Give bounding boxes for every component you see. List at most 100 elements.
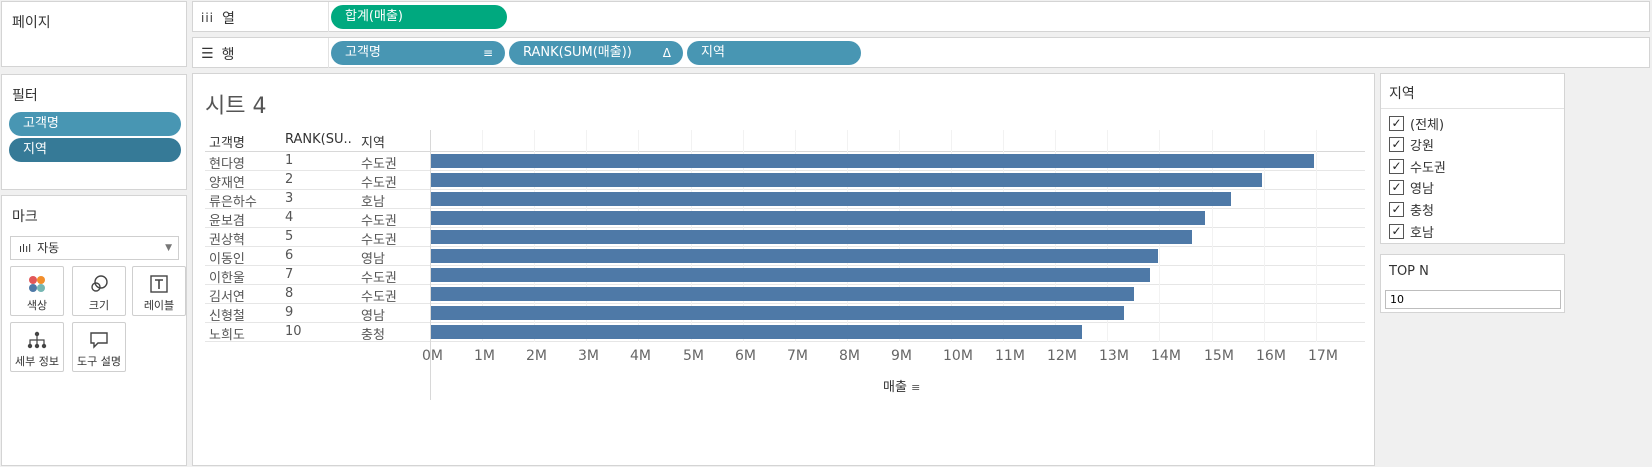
- size-icon: [91, 275, 108, 292]
- bar[interactable]: [431, 154, 1314, 168]
- chevron-down-icon: ▼: [165, 243, 172, 253]
- row-rank[interactable]: 1: [285, 153, 293, 168]
- x-tick-label: 11M: [995, 348, 1025, 364]
- checkbox-icon[interactable]: ✓: [1389, 223, 1404, 239]
- filters-card: 필터 고객명 지역: [1, 74, 187, 190]
- bar[interactable]: [431, 192, 1231, 206]
- bar[interactable]: [431, 268, 1150, 282]
- rows-pill-customer[interactable]: 고객명 ≡: [331, 41, 505, 65]
- checkbox-icon[interactable]: ✓: [1389, 137, 1404, 153]
- x-tick-label: 8M: [839, 348, 860, 364]
- topn-input[interactable]: [1385, 290, 1561, 309]
- x-tick-label: 9M: [891, 348, 912, 364]
- region-option-label: 수도권: [1410, 160, 1446, 176]
- header-rank[interactable]: RANK(SU..: [285, 132, 352, 147]
- sort-icon: ≡: [482, 46, 493, 60]
- checkbox-icon[interactable]: ✓: [1389, 201, 1404, 217]
- topn-title: TOP N: [1389, 264, 1429, 279]
- row-rank[interactable]: 9: [285, 305, 293, 320]
- pages-shelf[interactable]: 페이지: [1, 1, 187, 67]
- marks-card: 마크 ılıl 자동 ▼ 색상 크기 레이블 세부 정보 도구 설명: [1, 195, 187, 466]
- x-axis-title: 매출 ≡: [883, 380, 921, 395]
- x-tick-label: 10M: [943, 348, 973, 364]
- region-option-label: 충청: [1410, 203, 1434, 219]
- row-rank[interactable]: 4: [285, 210, 293, 225]
- bar[interactable]: [431, 287, 1134, 301]
- region-option[interactable]: ✓ 수도권: [1389, 157, 1446, 176]
- rows-shelf[interactable]: ☰ 행 고객명 ≡ RANK(SUM(매출)) Δ 지역: [192, 37, 1650, 68]
- marks-title: 마크: [12, 209, 38, 225]
- x-tick-label: 0M: [422, 348, 443, 364]
- region-filter-title: 지역: [1389, 86, 1415, 102]
- x-tick-label: 6M: [735, 348, 756, 364]
- header-region[interactable]: 지역: [361, 132, 385, 151]
- x-tick-label: 1M: [474, 348, 495, 364]
- x-tick-label: 2M: [526, 348, 547, 364]
- region-option-label: 강원: [1410, 139, 1434, 155]
- bar[interactable]: [431, 230, 1192, 244]
- sort-icon: ≡: [911, 381, 921, 394]
- tooltip-button[interactable]: 도구 설명: [72, 322, 126, 372]
- bar[interactable]: [431, 173, 1262, 187]
- row-rank[interactable]: 10: [285, 324, 302, 339]
- bar[interactable]: [431, 211, 1205, 225]
- sheet-title: 시트 4: [205, 94, 267, 119]
- row-rank[interactable]: 3: [285, 191, 293, 206]
- columns-pill-sum-sales[interactable]: 합계(매출): [331, 5, 507, 29]
- row-rank[interactable]: 2: [285, 172, 293, 187]
- row-rank[interactable]: 8: [285, 286, 293, 301]
- columns-shelf[interactable]: iii 열 합계(매출): [192, 1, 1650, 32]
- filter-pill-region[interactable]: 지역: [9, 138, 181, 162]
- region-filter-card: 지역 ✓ (전체) ✓ 강원 ✓ 수도권 ✓ 영남 ✓ 충청 ✓ 호남: [1380, 73, 1565, 244]
- row-rank[interactable]: 7: [285, 267, 293, 282]
- pages-label: 페이지: [12, 15, 51, 31]
- label-icon: [150, 275, 168, 293]
- checkbox-icon[interactable]: ✓: [1389, 158, 1404, 174]
- size-button[interactable]: 크기: [72, 266, 126, 316]
- rows-icon: ☰: [201, 46, 214, 62]
- checkbox-icon[interactable]: ✓: [1389, 115, 1404, 131]
- sheet-view[interactable]: 시트 4 고객명 RANK(SU.. 지역 현다영 1 수도권 양재연 2 수도권 류은하수…: [192, 73, 1375, 466]
- x-tick-label: 4M: [630, 348, 651, 364]
- label-button[interactable]: 레이블: [132, 266, 186, 316]
- columns-label: 열: [222, 11, 235, 27]
- topn-card: TOP N: [1380, 254, 1565, 313]
- bar[interactable]: [431, 306, 1124, 320]
- x-tick-label: 15M: [1204, 348, 1234, 364]
- x-tick-label: 16M: [1256, 348, 1286, 364]
- delta-icon: Δ: [662, 46, 671, 60]
- x-tick-label: 17M: [1308, 348, 1338, 364]
- bar[interactable]: [431, 249, 1158, 263]
- header-customer[interactable]: 고객명: [209, 132, 245, 151]
- checkbox-icon[interactable]: ✓: [1389, 180, 1404, 196]
- columns-icon: iii: [201, 11, 215, 25]
- detail-button[interactable]: 세부 정보: [10, 322, 64, 372]
- region-option[interactable]: ✓ 강원: [1389, 136, 1434, 154]
- row-rank[interactable]: 5: [285, 229, 293, 244]
- mark-type-value: 자동: [37, 241, 60, 255]
- mark-type-dropdown[interactable]: ılıl 자동 ▼: [10, 236, 179, 260]
- region-option-label: (전체): [1410, 117, 1445, 133]
- region-option[interactable]: ✓ 호남: [1389, 222, 1434, 241]
- bar[interactable]: [431, 325, 1082, 339]
- filters-title: 필터: [12, 88, 38, 104]
- color-icon: [29, 276, 45, 292]
- bar-chart-icon: ılıl: [19, 242, 32, 255]
- x-tick-label: 5M: [683, 348, 704, 364]
- region-option-label: 호남: [1410, 225, 1434, 241]
- detail-icon: [27, 331, 47, 349]
- x-tick-label: 13M: [1099, 348, 1129, 364]
- x-tick-label: 3M: [578, 348, 599, 364]
- region-option[interactable]: ✓ (전체): [1389, 114, 1445, 133]
- rows-pill-region[interactable]: 지역: [687, 41, 861, 65]
- rows-pill-rank[interactable]: RANK(SUM(매출)) Δ: [509, 41, 683, 65]
- region-option[interactable]: ✓ 영남: [1389, 179, 1434, 197]
- row-rank[interactable]: 6: [285, 248, 293, 263]
- region-option-label: 영남: [1410, 182, 1434, 198]
- filter-pill-customer[interactable]: 고객명: [9, 112, 181, 136]
- tooltip-icon: [90, 332, 108, 349]
- region-option[interactable]: ✓ 충청: [1389, 200, 1434, 219]
- x-tick-label: 7M: [787, 348, 808, 364]
- color-button[interactable]: 색상: [10, 266, 64, 316]
- x-tick-label: 12M: [1047, 348, 1077, 364]
